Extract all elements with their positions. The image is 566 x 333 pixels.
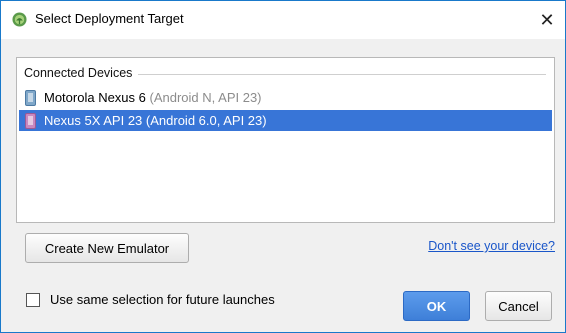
device-list: Connected Devices Motorola Nexus 6 (Andr… (16, 57, 555, 223)
section-title: Connected Devices (24, 66, 133, 80)
same-selection-checkbox[interactable] (26, 292, 40, 307)
section-divider (138, 73, 546, 75)
phone-icon (25, 89, 36, 106)
section-header: Connected Devices (24, 65, 546, 81)
android-studio-icon (12, 12, 27, 27)
device-name: Nexus 5X API 23 (44, 113, 143, 128)
create-new-emulator-button[interactable]: Create New Emulator (25, 233, 189, 263)
ok-button[interactable]: OK (403, 291, 470, 321)
cancel-button[interactable]: Cancel (485, 291, 552, 321)
emulator-phone-icon (25, 112, 36, 129)
close-icon[interactable]: ✕ (529, 1, 565, 39)
dont-see-device-link[interactable]: Don't see your device? (428, 239, 555, 253)
same-selection-label: Use same selection for future launches (50, 292, 275, 307)
dialog-title: Select Deployment Target (35, 11, 184, 26)
device-row-motorola-nexus-6[interactable]: Motorola Nexus 6 (Android N, API 23) (19, 87, 552, 108)
title-bar: Select Deployment Target ✕ (1, 1, 565, 39)
device-name: Motorola Nexus 6 (44, 90, 146, 105)
device-detail: (Android N, API 23) (149, 90, 262, 105)
deployment-target-dialog: Select Deployment Target ✕ Connected Dev… (0, 0, 566, 333)
device-detail: (Android 6.0, API 23) (145, 113, 267, 128)
device-row-nexus-5x[interactable]: Nexus 5X API 23 (Android 6.0, API 23) (19, 110, 552, 131)
same-selection-option[interactable]: Use same selection for future launches (26, 292, 275, 307)
